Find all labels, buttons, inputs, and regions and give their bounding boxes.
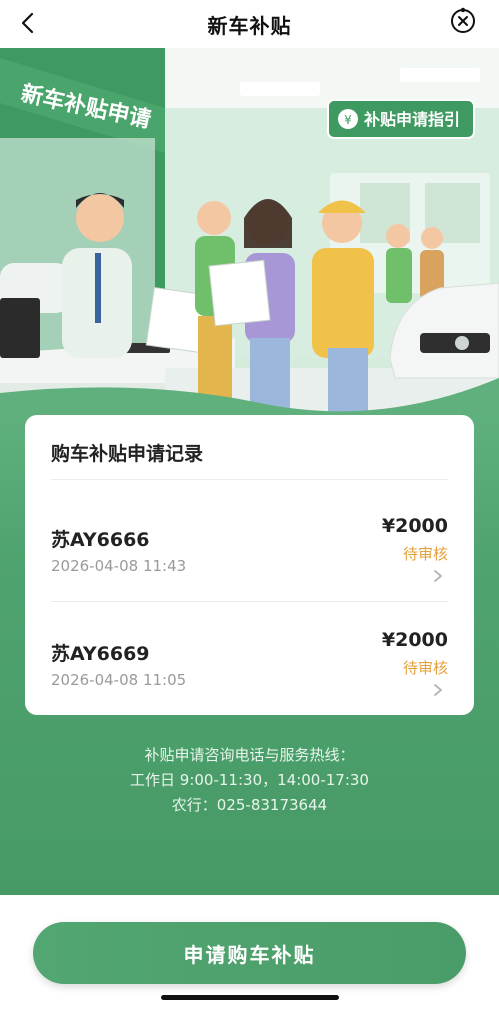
record-plate: 苏AY6666: [51, 529, 150, 551]
back-arrow-icon[interactable]: [14, 8, 44, 38]
chevron-right-icon: [434, 570, 442, 582]
chevron-right-icon: [434, 684, 442, 696]
close-mini-program-icon[interactable]: [449, 7, 477, 35]
hero-illustration: ¥ 补贴申请指引 新车补贴申请: [0, 48, 499, 418]
records-title: 购车补贴申请记录: [51, 443, 204, 465]
record-amount: ¥2000: [381, 629, 448, 651]
hotline-title: 补贴申请咨询电话与服务热线：: [144, 746, 355, 764]
page: 新车补贴 ¥ 补贴申请指引 新车补贴申请 购车补贴申请记录 苏AY6666 20…: [0, 0, 499, 1011]
home-indicator: [161, 995, 339, 1000]
record-time: 2026-04-08 11:43: [51, 557, 187, 575]
service-hall-illustration: ¥ 补贴申请指引 新车补贴申请: [0, 48, 499, 418]
divider: [51, 479, 448, 480]
record-item[interactable]: 苏AY6666 2026-04-08 11:43 ¥2000 待审核: [25, 487, 474, 597]
record-status: 待审核: [402, 659, 448, 677]
record-time: 2026-04-08 11:05: [51, 671, 187, 689]
apply-subsidy-button[interactable]: 申请购车补贴: [33, 922, 466, 984]
nav-bar: 新车补贴: [0, 0, 499, 48]
record-plate: 苏AY6669: [51, 643, 150, 665]
record-status: 待审核: [402, 545, 448, 563]
records-card: 购车补贴申请记录 苏AY6666 2026-04-08 11:43 ¥2000 …: [25, 415, 474, 715]
hotline-hours: 工作日 9:00-11:30，14:00-17:30: [130, 771, 369, 789]
guide-sign-text: 补贴申请指引: [363, 110, 460, 129]
page-title: 新车补贴: [207, 13, 292, 38]
record-item[interactable]: 苏AY6669 2026-04-08 11:05 ¥2000 待审核: [25, 601, 474, 711]
hotline-phone[interactable]: 农行：025-83173644: [0, 794, 499, 815]
record-amount: ¥2000: [381, 515, 448, 537]
svg-text:¥: ¥: [344, 113, 352, 127]
